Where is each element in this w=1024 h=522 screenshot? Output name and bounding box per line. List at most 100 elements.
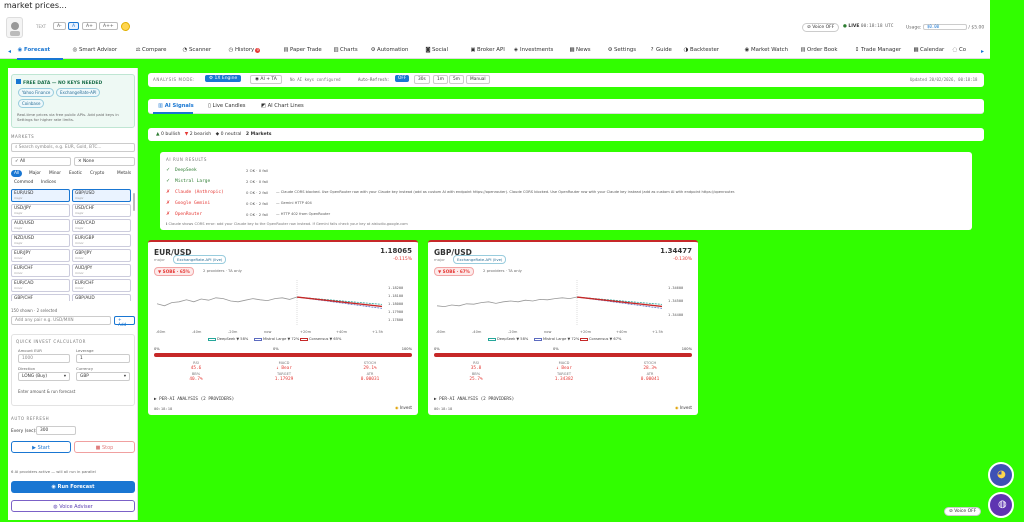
add-pair-button[interactable]: + Add	[114, 316, 135, 328]
tab-scanner[interactable]: ◔ Scanner	[182, 47, 211, 53]
tab-live-candles[interactable]: ▯ Live Candles	[208, 103, 245, 109]
leverage-input[interactable]: 1	[76, 354, 130, 363]
tab-market-watch[interactable]: ◉ Market Watch	[744, 47, 788, 53]
font-largest-button[interactable]: A++	[99, 22, 118, 30]
category-crypto[interactable]: Crypto	[87, 170, 107, 177]
tab-co[interactable]: ◌ Co	[952, 47, 966, 53]
font-larger-button[interactable]: A+	[82, 22, 97, 30]
tab-paper-trade[interactable]: ▤Paper Trade	[283, 47, 321, 53]
currency-select[interactable]: GBP ▾	[76, 372, 130, 381]
assistant-bot-button[interactable]: ◕	[988, 462, 1014, 488]
invest-button[interactable]: ◉ Invest	[395, 405, 412, 410]
x-tick-label: -20m	[228, 330, 238, 334]
pair-usd-chf[interactable]: USD/CHF major	[72, 204, 131, 217]
tab-forecast[interactable]: ◉ Forecast	[17, 47, 50, 53]
tab-broker-api[interactable]: ▣Broker API	[470, 47, 504, 53]
refresh-option-5m[interactable]: 5m	[449, 75, 464, 84]
pair-eur-chf[interactable]: EUR/CHF minor	[72, 279, 131, 292]
tab-charts[interactable]: ▥Charts	[333, 47, 357, 53]
voice-toggle-button[interactable]: ⊘ Voice OFF	[802, 23, 840, 32]
stop-button[interactable]: ■ Stop	[74, 441, 135, 453]
tab-social[interactable]: ◙Social	[425, 47, 448, 53]
tab-ai-signals[interactable]: ▥ AI Signals	[158, 103, 194, 109]
pair-gbp-jpy[interactable]: GBP/JPY minor	[72, 249, 131, 262]
pair-eur-cad[interactable]: EUR/CAD minor	[11, 279, 70, 292]
pair-usd-cad[interactable]: USD/CAD major	[72, 219, 131, 232]
category-commod[interactable]: Commod	[11, 179, 36, 186]
run-forecast-button[interactable]: ◉ Run Forecast	[11, 481, 135, 493]
tab-trade-manager[interactable]: ↕ Trade Manager	[854, 47, 901, 53]
tab-history[interactable]: ◷ History 0	[228, 47, 261, 53]
voice-chat-button[interactable]: ◍	[988, 492, 1014, 518]
app-logo	[6, 17, 23, 38]
floating-voice-toggle[interactable]: ⊘ Voice OFF	[944, 507, 982, 516]
stat-label: MACD	[278, 361, 290, 365]
voice-adviser-button[interactable]: ◍ Voice Adviser	[11, 500, 135, 512]
tab-order-book[interactable]: ▤Order Book	[800, 47, 837, 53]
pair-usd-jpy[interactable]: USD/JPY major	[11, 204, 70, 217]
pair-gbp-aud[interactable]: GBP/AUDminor	[72, 294, 131, 301]
pair-gbp-usd[interactable]: GBP/USD major	[72, 189, 131, 202]
pair-aud-usd[interactable]: AUD/USD major	[11, 219, 70, 232]
tab-settings[interactable]: ⚙ Settings	[607, 47, 637, 53]
per-ai-toggle[interactable]: ▶ PER-AI ANALYSIS (2 PROVIDERS)	[154, 397, 234, 402]
symbol-search-input[interactable]: ⌕ Search symbols, e.g. EUR, Gold, BTC...	[11, 143, 135, 152]
pair-type: major	[154, 257, 165, 262]
pair-eur-jpy[interactable]: EUR/JPY minor	[11, 249, 70, 262]
category-indices[interactable]: Indices	[38, 179, 59, 186]
font-smaller-button[interactable]: A-	[53, 22, 66, 30]
tab-investments[interactable]: ◈ Investments	[513, 47, 553, 53]
tab-smart-advisor[interactable]: ◎ Smart Advisor	[72, 47, 117, 53]
category-metals[interactable]: Metals	[114, 170, 134, 177]
add-pair-input[interactable]: Add any pair e.g. USD/MXN	[11, 316, 111, 325]
ai-ta-mode-button[interactable]: ◉ AI + TA	[250, 75, 282, 84]
pair-eur-gbp[interactable]: EUR/GBP minor	[72, 234, 131, 247]
refresh-option-manual[interactable]: Manual	[466, 75, 490, 84]
select-none-button[interactable]: ✕ None	[74, 157, 135, 166]
font-normal-button[interactable]: A	[68, 22, 80, 30]
pair-gbp-chf[interactable]: GBP/CHFminor	[11, 294, 70, 301]
refresh-option-30s[interactable]: 30s	[414, 75, 430, 84]
tab-ai-chart-lines[interactable]: ◩ AI Chart Lines	[261, 103, 304, 109]
nav-scroll-right-icon[interactable]: ▸	[981, 48, 984, 55]
sentiment-counts: ▲ 0 bullish ▼ 2 bearish ◆ 0 neutral 2 Ma…	[156, 132, 272, 137]
page-status-text: market prices...	[4, 1, 67, 10]
tab-backtester[interactable]: ◑ Backtester	[683, 47, 719, 53]
theme-toggle-icon[interactable]	[121, 22, 130, 31]
refresh-option-1m[interactable]: 1m	[433, 75, 448, 84]
category-major[interactable]: Major	[26, 170, 44, 177]
category-exotic[interactable]: Exotic	[66, 170, 85, 177]
pair-nzd-usd[interactable]: NZD/USD major	[11, 234, 70, 247]
tab-guide[interactable]: ? Guide	[649, 47, 672, 53]
refresh-option-off[interactable]: OFF	[395, 75, 410, 82]
select-all-button[interactable]: ✓ All	[11, 157, 71, 166]
category-all[interactable]: All	[11, 170, 23, 177]
engine-mode-button[interactable]: ⚙ 1X Engine	[205, 75, 242, 82]
legend-swatch	[254, 337, 262, 341]
pair-aud-jpy[interactable]: AUD/JPY minor	[72, 264, 131, 277]
provider-name: Claude (Anthropic)	[175, 190, 224, 195]
tab-label: Compare	[142, 47, 167, 53]
legend-swatch	[208, 337, 216, 341]
amount-input[interactable]: 1000	[18, 354, 70, 363]
nav-scroll-left-icon[interactable]: ◂	[8, 48, 11, 55]
tab-label: Order Book	[807, 47, 838, 53]
category-minor[interactable]: Minor	[46, 170, 64, 177]
tab-news[interactable]: ▦News	[569, 47, 590, 53]
x-tick-label: -20m	[508, 330, 518, 334]
per-ai-toggle[interactable]: ▶ PER-AI ANALYSIS (2 PROVIDERS)	[434, 397, 514, 402]
pair-eur-chf[interactable]: EUR/CHF minor	[11, 264, 70, 277]
source-badge: ExchangeRate-API (live)	[453, 255, 507, 264]
tab-label: Co	[959, 47, 967, 53]
pair-grid-scrollbar[interactable]	[133, 193, 135, 211]
start-button[interactable]: ▶ Start	[11, 441, 71, 453]
tab-automation[interactable]: ⚙ Automation	[370, 47, 409, 53]
stat-label: TARGET	[276, 372, 292, 376]
pair-eur-usd[interactable]: EUR/USD major	[11, 189, 70, 202]
refresh-interval-input[interactable]: 300	[36, 426, 76, 435]
tab-compare[interactable]: ⚖ Compare	[135, 47, 167, 53]
invest-button[interactable]: ◉ Invest	[675, 405, 692, 410]
direction-select[interactable]: LONG (Buy) ▾	[18, 372, 70, 381]
stat-label: RSI	[473, 361, 479, 365]
tab-calendar[interactable]: ▦Calendar	[913, 47, 944, 53]
